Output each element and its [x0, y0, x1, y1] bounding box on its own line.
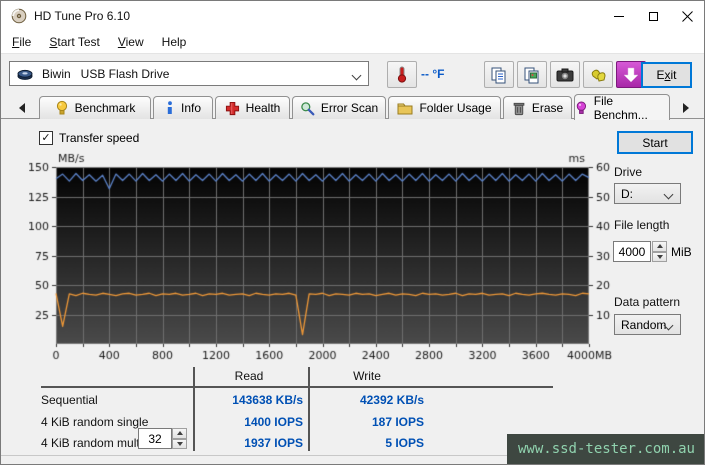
- menu-view[interactable]: View: [109, 32, 153, 52]
- maximize-button[interactable]: [636, 1, 670, 31]
- data-pattern-dropdown[interactable]: Random: [614, 314, 681, 335]
- tab-error-scan[interactable]: Error Scan: [292, 96, 386, 119]
- magnifier-icon: [300, 101, 315, 116]
- file-length-label: File length: [614, 218, 669, 232]
- row-label-random-single: 4 KiB random single: [41, 415, 148, 429]
- tab-label: File Benchm...: [594, 94, 669, 122]
- drive-selector[interactable]: Biwin USB Flash Drive: [9, 61, 369, 86]
- info-icon: [165, 101, 175, 116]
- temperature-button[interactable]: [387, 61, 417, 88]
- exit-button-label: Exit: [656, 68, 676, 82]
- table-header-divider: [41, 386, 553, 388]
- checkmark-icon: ✓: [41, 133, 50, 144]
- tab-file-benchmark[interactable]: File Benchm...: [574, 94, 670, 120]
- tab-label: Health: [246, 101, 281, 115]
- random-multi-write-value: 5 IOPS: [291, 436, 424, 450]
- watermark: www.ssd-tester.com.au: [507, 434, 705, 464]
- thermometer-icon: [394, 66, 410, 84]
- close-icon: [682, 11, 693, 22]
- arrow-up-icon: [177, 431, 183, 435]
- tab-health[interactable]: Health: [215, 96, 290, 119]
- title-bar: HD Tune Pro 6.10: [1, 1, 704, 31]
- tab-label: Info: [181, 101, 201, 115]
- toolbar: Biwin USB Flash Drive -- °F: [1, 55, 704, 93]
- sequential-read-value: 143638 KB/s: [171, 393, 303, 407]
- tab-bar: Benchmark Info Health Error Scan: [1, 93, 704, 119]
- start-button-label: Start: [642, 136, 667, 150]
- drive-label: Drive: [614, 165, 642, 179]
- tab-label: Erase: [532, 101, 563, 115]
- row-label-sequential: Sequential: [41, 393, 98, 407]
- arrow-right-icon: [683, 103, 689, 113]
- drive-dropdown[interactable]: D:: [614, 183, 681, 204]
- lightbulb-purple-icon: [575, 100, 588, 116]
- window-title: HD Tune Pro 6.10: [34, 9, 130, 23]
- file-length-value: 4000: [619, 245, 646, 259]
- screenshot-button[interactable]: [550, 61, 580, 88]
- minimize-icon: [614, 16, 624, 17]
- folder-icon: [397, 101, 413, 115]
- download-icon: [623, 67, 639, 83]
- file-length-unit: MiB: [671, 245, 692, 259]
- row-label-random-multi: 4 KiB random multi: [41, 436, 142, 450]
- menu-bar: File Start Test View Help: [1, 31, 704, 54]
- minimize-button[interactable]: [602, 1, 636, 31]
- chevron-down-icon: [352, 71, 362, 81]
- copy-text-icon: [490, 66, 508, 84]
- random-single-write-value: 187 IOPS: [291, 415, 424, 429]
- stepper-down-button[interactable]: [652, 252, 667, 263]
- tab-benchmark[interactable]: Benchmark: [39, 96, 151, 119]
- close-button[interactable]: [670, 1, 704, 31]
- hand-pages-icon: [589, 66, 607, 84]
- chevron-down-icon: [664, 190, 674, 200]
- transfer-speed-label: Transfer speed: [59, 131, 139, 145]
- tab-scroll-left-button[interactable]: [13, 99, 31, 116]
- write-column-header: Write: [337, 369, 397, 383]
- hd-tune-window: HD Tune Pro 6.10 File Start Test View He…: [0, 0, 705, 465]
- menu-file[interactable]: File: [3, 32, 40, 52]
- tab-label: Error Scan: [321, 101, 378, 115]
- arrow-down-icon: [657, 255, 663, 259]
- copy-text-button[interactable]: [484, 61, 514, 88]
- disk-icon: [17, 67, 33, 81]
- menu-help[interactable]: Help: [153, 32, 196, 52]
- arrow-left-icon: [19, 103, 25, 113]
- camera-icon: [556, 68, 574, 82]
- sequential-write-value: 42392 KB/s: [291, 393, 424, 407]
- add-to-compare-button[interactable]: [583, 61, 613, 88]
- file-length-stepper: [652, 241, 667, 262]
- tab-label: Benchmark: [75, 101, 136, 115]
- health-cross-icon: [225, 101, 240, 116]
- queue-depth-input[interactable]: 32: [138, 428, 172, 449]
- trash-icon: [512, 101, 526, 116]
- menu-start-test[interactable]: Start Test: [40, 32, 108, 52]
- tab-scroll-right-button[interactable]: [677, 99, 695, 116]
- app-disk-icon: [11, 8, 27, 24]
- tab-erase[interactable]: Erase: [503, 96, 572, 119]
- stepper-up-button[interactable]: [652, 241, 667, 252]
- data-pattern-label: Data pattern: [614, 295, 680, 309]
- copy-image-button[interactable]: [517, 61, 547, 88]
- start-button[interactable]: Start: [617, 131, 693, 154]
- transfer-speed-checkbox[interactable]: ✓: [39, 131, 53, 145]
- file-length-input[interactable]: 4000: [613, 241, 651, 262]
- arrow-up-icon: [657, 244, 663, 248]
- maximize-icon: [649, 12, 658, 21]
- file-benchmark-page: ✓ Transfer speed Start Drive D: File len…: [1, 119, 704, 465]
- benchmark-chart: [29, 151, 613, 365]
- queue-depth-value: 32: [148, 432, 161, 446]
- random-single-read-value: 1400 IOPS: [171, 415, 303, 429]
- read-column-header: Read: [219, 369, 279, 383]
- tab-folder-usage[interactable]: Folder Usage: [388, 96, 501, 119]
- exit-button[interactable]: Exit: [641, 62, 692, 88]
- tab-label: Folder Usage: [419, 101, 491, 115]
- random-multi-read-value: 1937 IOPS: [171, 436, 303, 450]
- lightbulb-yellow-icon: [55, 100, 69, 116]
- drive-dropdown-value: D:: [621, 187, 633, 201]
- copy-image-icon: [523, 66, 541, 84]
- temperature-value: -- °F: [421, 67, 444, 81]
- data-pattern-value: Random: [621, 318, 666, 332]
- drive-selector-value: Biwin USB Flash Drive: [42, 67, 169, 81]
- tab-info[interactable]: Info: [153, 96, 213, 119]
